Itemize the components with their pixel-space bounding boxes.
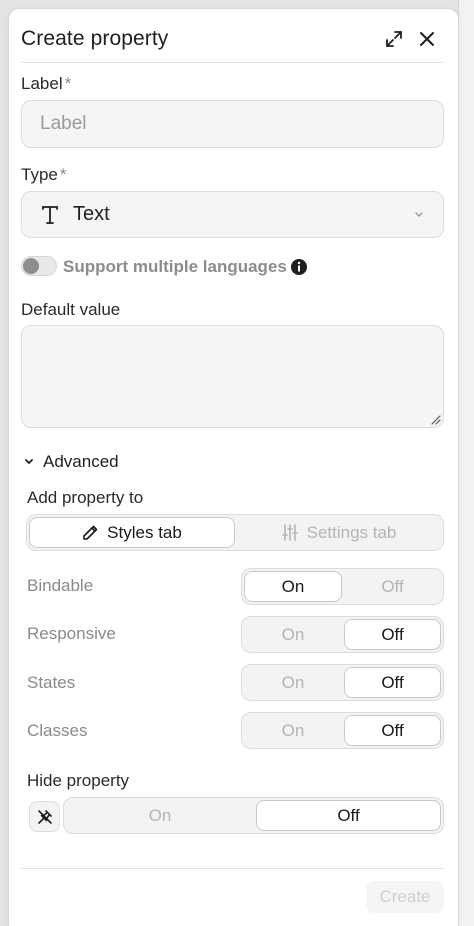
classes-on-option[interactable]: On (244, 715, 342, 746)
settings-tab-option[interactable]: Settings tab (237, 517, 441, 548)
bindable-on-option[interactable]: On (244, 571, 342, 602)
resize-handle-icon[interactable] (431, 415, 441, 425)
label-field-label: Label * (21, 74, 72, 93)
expand-button[interactable] (381, 26, 407, 52)
advanced-toggle[interactable]: Advanced (23, 452, 119, 472)
states-segmented: On Off (241, 664, 444, 701)
default-value-textarea[interactable] (21, 325, 444, 428)
classes-label: Classes (27, 721, 88, 740)
chevron-down-icon (25, 459, 33, 464)
sliders-icon (281, 524, 298, 541)
advanced-label: Advanced (43, 452, 119, 471)
bindable-label: Bindable (27, 576, 94, 595)
dialog-title: Create property (21, 27, 169, 50)
bindable-off-option[interactable]: Off (344, 571, 441, 602)
default-value-label: Default value (21, 300, 121, 319)
create-property-dialog: Create property Label * Label Type * Text … (9, 9, 458, 926)
pin-button[interactable] (29, 801, 60, 832)
create-button[interactable]: Create (366, 881, 444, 913)
responsive-off-option[interactable]: Off (344, 619, 441, 650)
footer-divider (21, 868, 444, 869)
expand-icon (386, 31, 402, 47)
close-icon (420, 32, 434, 46)
states-off-option[interactable]: Off (344, 667, 441, 698)
states-on-option[interactable]: On (244, 667, 342, 698)
pencil-icon (83, 525, 98, 540)
type-field-label: Type * (21, 165, 67, 184)
background-panel-edge (458, 0, 474, 926)
bindable-segmented: On Off (241, 568, 444, 605)
info-icon[interactable] (290, 258, 308, 276)
classes-off-option[interactable]: Off (344, 715, 441, 746)
languages-toggle-label: Support multiple languages (63, 257, 287, 276)
styles-tab-option[interactable]: Styles tab (29, 517, 235, 548)
add-property-to-segmented: Styles tab Settings tab (26, 514, 444, 551)
close-button[interactable] (414, 26, 440, 52)
label-input[interactable]: Label (21, 100, 444, 148)
hide-property-segmented: On Off (63, 797, 444, 834)
type-select[interactable]: Text (21, 191, 444, 238)
toggle-knob (23, 258, 39, 274)
label-input-placeholder: Label (40, 113, 87, 134)
responsive-segmented: On Off (241, 616, 444, 653)
type-select-value: Text (73, 203, 110, 225)
add-property-to-label: Add property to (27, 488, 144, 507)
header-divider (21, 62, 444, 63)
classes-segmented: On Off (241, 712, 444, 749)
hide-property-on-option[interactable]: On (66, 800, 254, 831)
responsive-label: Responsive (27, 624, 116, 643)
responsive-on-option[interactable]: On (244, 619, 342, 650)
hide-property-label: Hide property (27, 771, 130, 790)
text-type-icon (42, 206, 58, 224)
hide-property-off-option[interactable]: Off (256, 800, 441, 831)
chevron-down-icon (415, 212, 423, 217)
languages-toggle[interactable] (21, 256, 57, 276)
states-label: States (27, 673, 76, 692)
pin-off-icon (37, 809, 52, 824)
